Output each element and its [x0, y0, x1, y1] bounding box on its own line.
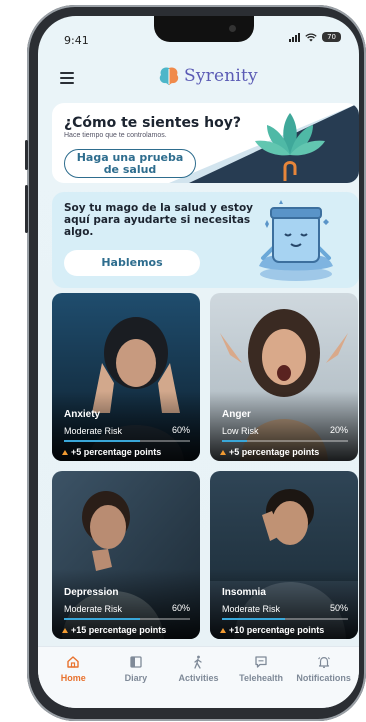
take-test-button[interactable]: Haga una prueba de salud [64, 149, 196, 178]
lets-talk-button[interactable]: Hablemos [64, 250, 200, 276]
risk-delta: +5 percentage points [220, 447, 319, 457]
signal-icon [289, 32, 301, 42]
trend-up-icon [220, 627, 226, 633]
risk-delta-text: +5 percentage points [229, 447, 320, 457]
risk-name: Anger [222, 409, 251, 420]
status-time: 9:41 [64, 34, 89, 47]
risk-delta: +10 percentage points [220, 625, 324, 635]
risk-name: Anxiety [64, 409, 101, 420]
risk-delta: +15 percentage points [62, 625, 166, 635]
nav-item-diary[interactable]: Diary [106, 655, 166, 708]
risk-name: Depression [64, 587, 119, 598]
risk-progress-fill [64, 618, 140, 620]
risk-progress-track [64, 440, 190, 442]
trend-up-icon [62, 449, 68, 455]
nav-label: Notifications [296, 673, 351, 683]
risk-percent: 50% [329, 603, 348, 613]
risk-level: Moderate Risk [64, 426, 123, 436]
side-button [25, 140, 28, 170]
status-icons: 70 [289, 32, 341, 42]
wifi-icon [305, 32, 317, 41]
camera-icon [229, 25, 236, 32]
take-test-label-2: de salud [103, 163, 157, 176]
app-screen: 9:41 70 Syrenity ¿Cómo te sientes hoy? H… [38, 16, 359, 708]
bell-icon [317, 657, 330, 668]
risk-level: Low Risk [222, 426, 259, 436]
meditating-wizard-icon [259, 200, 333, 281]
brand-logo: Syrenity [158, 66, 258, 86]
notch [154, 16, 254, 42]
risk-progress-track [222, 618, 348, 620]
wizard-message: Soy tu mago de la salud y estoy aquí par… [64, 202, 253, 238]
risk-card-depression[interactable]: Depression Moderate Risk 60% +15 percent… [52, 471, 200, 639]
nav-item-notifications[interactable]: Notifications [294, 655, 354, 708]
nav-item-telehealth[interactable]: Telehealth [231, 655, 291, 708]
trend-up-icon [62, 627, 68, 633]
health-checkin-card: ¿Cómo te sientes hoy? Hace tiempo que te… [52, 103, 359, 183]
risk-progress-fill [222, 618, 285, 620]
risk-level: Moderate Risk [64, 604, 123, 614]
home-icon [67, 656, 79, 668]
nav-item-activities[interactable]: Activities [168, 655, 228, 708]
risk-card-insomnia[interactable]: Insomnia Moderate Risk 50% +10 percentag… [210, 471, 358, 639]
nav-label: Diary [124, 673, 148, 683]
checkin-title: ¿Cómo te sientes hoy? [64, 115, 241, 131]
menu-icon[interactable] [60, 72, 74, 84]
nav-label: Home [60, 673, 86, 683]
battery-indicator: 70 [322, 32, 341, 42]
risk-card-anger[interactable]: Anger Low Risk 20% +5 percentage points [210, 293, 358, 461]
trend-up-icon [220, 449, 226, 455]
risk-progress-track [64, 618, 190, 620]
risk-percent: 20% [329, 425, 348, 435]
app-header: Syrenity [38, 62, 359, 96]
side-button [25, 185, 28, 233]
risk-delta-text: +10 percentage points [229, 625, 325, 635]
brain-logo-icon [159, 67, 179, 85]
risk-card-anxiety[interactable]: Anxiety Moderate Risk 60% +5 percentage … [52, 293, 200, 461]
chat-icon [255, 656, 267, 668]
status-bar: 9:41 70 [38, 16, 359, 56]
nav-label: Activities [178, 673, 219, 683]
nav-label: Telehealth [239, 673, 283, 683]
risk-percent: 60% [171, 425, 190, 435]
risk-progress-fill [64, 440, 140, 442]
nav-item-home[interactable]: Home [43, 655, 103, 708]
risk-level: Moderate Risk [222, 604, 281, 614]
brand-name: Syrenity [184, 66, 258, 86]
bottom-nav: Home Diary Activities Telehealth Notific… [38, 646, 359, 708]
checkin-subtitle: Hace tiempo que te controlamos. [64, 132, 167, 139]
wizard-card: Soy tu mago de la salud y estoy aquí par… [52, 192, 359, 288]
risk-name: Insomnia [222, 587, 266, 598]
risk-percent: 60% [171, 603, 190, 613]
lotus-icon [255, 113, 325, 181]
risk-delta-text: +5 percentage points [71, 447, 162, 457]
book-icon [130, 656, 142, 668]
risk-delta-text: +15 percentage points [71, 625, 167, 635]
walking-person-icon [194, 655, 203, 669]
risk-progress-track [222, 440, 348, 442]
risk-delta: +5 percentage points [62, 447, 161, 457]
risk-progress-fill [222, 440, 248, 442]
